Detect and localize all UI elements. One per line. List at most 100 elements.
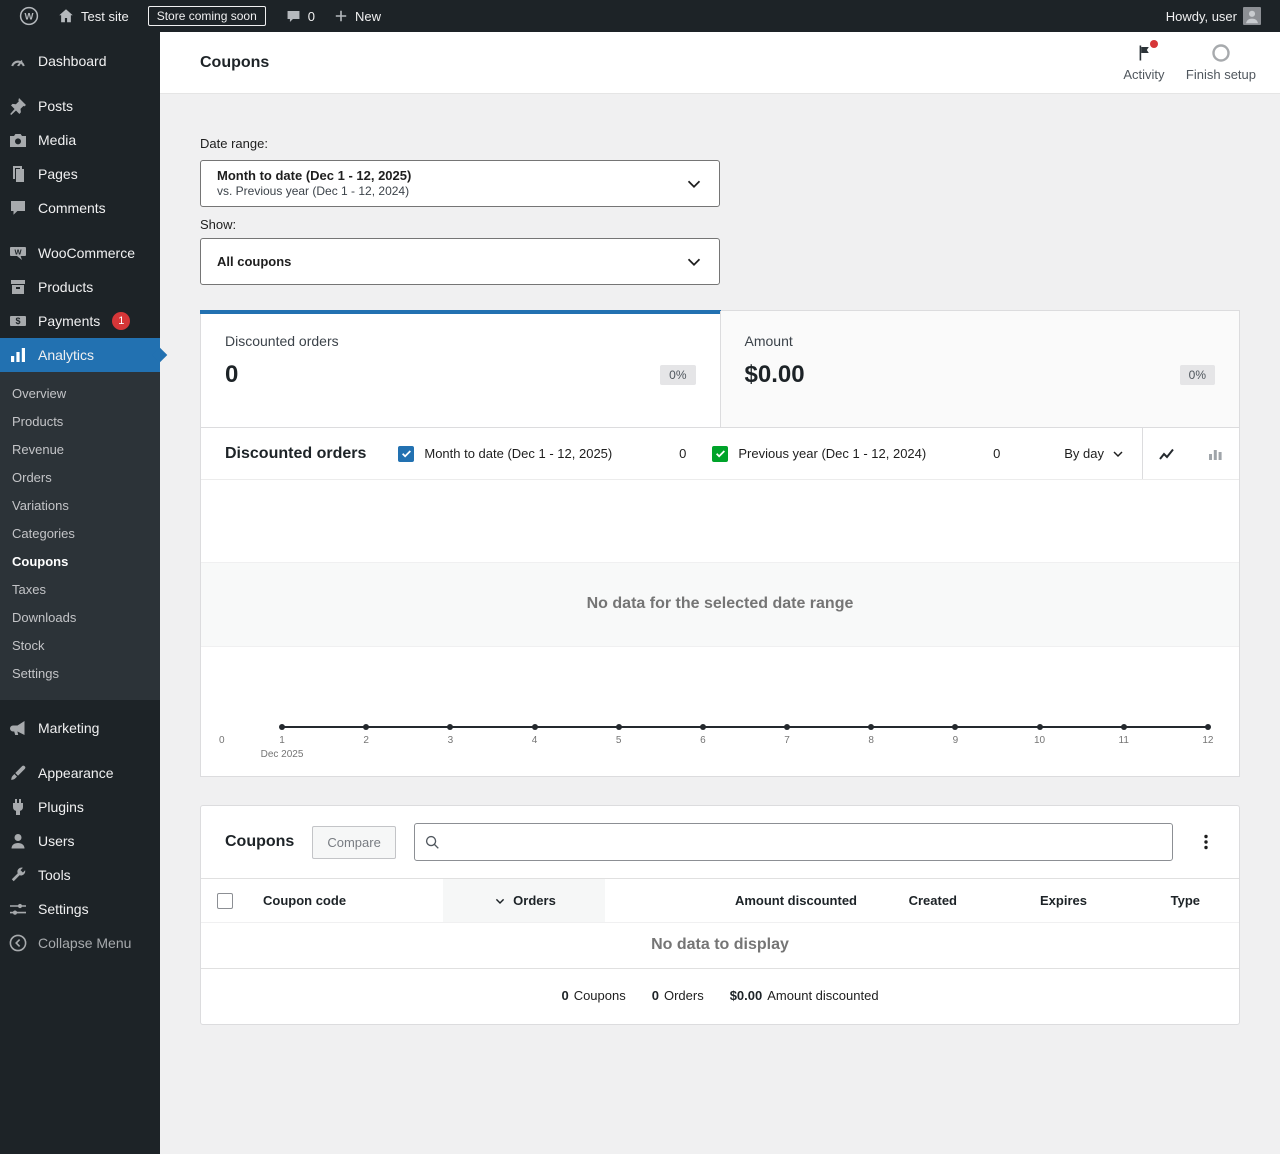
bar-chart-button[interactable] bbox=[1191, 428, 1239, 479]
comments-count: 0 bbox=[307, 8, 315, 24]
column-header-created[interactable]: Created bbox=[857, 879, 957, 922]
line-chart-button[interactable] bbox=[1143, 428, 1191, 479]
page-header: Coupons Activity Finish setup bbox=[160, 32, 1280, 94]
column-header-amount-discounted[interactable]: Amount discounted bbox=[605, 879, 857, 922]
submenu-item-revenue[interactable]: Revenue bbox=[0, 435, 160, 463]
appearance-icon bbox=[8, 763, 28, 783]
sidebar-item-marketing[interactable]: Marketing bbox=[0, 711, 160, 745]
submenu-item-stock[interactable]: Stock bbox=[0, 631, 160, 659]
line-chart-icon bbox=[1157, 444, 1177, 464]
sidebar-item-products[interactable]: Products bbox=[0, 270, 160, 304]
new-content-button[interactable]: New bbox=[324, 0, 390, 32]
store-coming-soon-badge: Store coming soon bbox=[147, 6, 266, 26]
show-filter-select[interactable]: All coupons bbox=[200, 238, 720, 285]
wordpress-logo-icon: W bbox=[19, 6, 39, 26]
payments-icon: $ bbox=[8, 311, 28, 331]
sidebar-item-payments[interactable]: $ Payments 1 bbox=[0, 304, 160, 338]
table-menu-button[interactable] bbox=[1191, 827, 1221, 857]
column-header-orders[interactable]: Orders bbox=[443, 879, 605, 922]
home-icon bbox=[57, 7, 75, 25]
table-empty-message: No data to display bbox=[201, 922, 1239, 968]
sidebar-item-pages[interactable]: Pages bbox=[0, 157, 160, 191]
submenu-item-coupons[interactable]: Coupons bbox=[0, 547, 160, 575]
sidebar-item-dashboard[interactable]: Dashboard bbox=[0, 44, 160, 78]
avatar bbox=[1243, 7, 1261, 25]
column-header-expires[interactable]: Expires bbox=[957, 879, 1087, 922]
tile-delta-badge: 0% bbox=[660, 365, 696, 385]
pages-icon bbox=[8, 164, 28, 184]
date-range-label: Date range: bbox=[200, 136, 268, 151]
summary-tiles: Discounted orders 0 0% Amount $0.00 0% bbox=[200, 310, 1240, 428]
table-header: Coupons Compare bbox=[201, 806, 1239, 878]
progress-circle-icon bbox=[1211, 43, 1231, 63]
posts-icon bbox=[8, 96, 28, 116]
tile-value: 0 bbox=[225, 361, 239, 388]
payments-count-badge: 1 bbox=[112, 312, 131, 330]
summary-tile-amount[interactable]: Amount $0.00 0% bbox=[719, 311, 1239, 427]
tile-value: $0.00 bbox=[744, 361, 805, 388]
submenu-item-variations[interactable]: Variations bbox=[0, 491, 160, 519]
wordpress-logo-button[interactable]: W bbox=[10, 0, 48, 32]
x-axis-month-label: Dec 2025 bbox=[260, 749, 304, 760]
select-all-checkbox[interactable] bbox=[217, 892, 233, 909]
compare-button[interactable]: Compare bbox=[312, 825, 396, 859]
media-icon bbox=[8, 130, 28, 150]
legend-item-previous-period[interactable]: Previous year (Dec 1 - 12, 2024) 0 bbox=[712, 445, 1000, 462]
submenu-item-products[interactable]: Products bbox=[0, 407, 160, 435]
summary-tile-discounted-orders[interactable]: Discounted orders 0 0% bbox=[200, 310, 720, 427]
account-menu[interactable]: Howdy, user bbox=[1157, 0, 1270, 32]
chart-plot-area: No data for the selected date range bbox=[201, 480, 1239, 730]
legend-item-current-period[interactable]: Month to date (Dec 1 - 12, 2025) 0 bbox=[398, 445, 686, 462]
sidebar-item-analytics[interactable]: Analytics bbox=[0, 338, 160, 372]
sidebar-item-appearance[interactable]: Appearance bbox=[0, 756, 160, 790]
marketing-icon bbox=[8, 718, 28, 738]
submenu-item-downloads[interactable]: Downloads bbox=[0, 603, 160, 631]
comments-shortcut[interactable]: 0 bbox=[276, 0, 324, 32]
submenu-item-settings[interactable]: Settings bbox=[0, 659, 160, 687]
chart-title: Discounted orders bbox=[225, 444, 367, 462]
chevron-down-icon bbox=[1110, 446, 1126, 462]
svg-text:$: $ bbox=[15, 316, 20, 326]
sidebar-item-posts[interactable]: Posts bbox=[0, 89, 160, 123]
submenu-item-categories[interactable]: Categories bbox=[0, 519, 160, 547]
sidebar-item-comments[interactable]: Comments bbox=[0, 191, 160, 225]
sidebar-item-woocommerce[interactable]: W WooCommerce bbox=[0, 236, 160, 270]
sidebar-item-media[interactable]: Media bbox=[0, 123, 160, 157]
submenu-item-overview[interactable]: Overview bbox=[0, 379, 160, 407]
new-label: New bbox=[354, 8, 381, 24]
search-input[interactable] bbox=[413, 823, 1173, 861]
dashboard-icon bbox=[8, 51, 28, 71]
interval-select[interactable]: By day bbox=[1048, 428, 1142, 479]
submenu-item-orders[interactable]: Orders bbox=[0, 463, 160, 491]
column-header-type[interactable]: Type bbox=[1087, 879, 1200, 922]
chart-card: Discounted orders Month to date (Dec 1 -… bbox=[200, 428, 1240, 777]
sidebar-item-collapse-menu[interactable]: Collapse Menu bbox=[0, 926, 160, 960]
date-range-select[interactable]: Month to date (Dec 1 - 12, 2025) vs. Pre… bbox=[200, 160, 720, 207]
new-plus-icon bbox=[333, 8, 349, 24]
collapse-icon bbox=[8, 933, 28, 953]
comments-icon bbox=[8, 198, 28, 218]
sidebar-item-users[interactable]: Users bbox=[0, 824, 160, 858]
site-name-link[interactable]: Test site bbox=[48, 0, 138, 32]
activity-button[interactable]: Activity bbox=[1108, 40, 1180, 82]
table-title: Coupons bbox=[225, 833, 295, 850]
sidebar-item-plugins[interactable]: Plugins bbox=[0, 790, 160, 824]
products-icon bbox=[8, 277, 28, 297]
kebab-menu-icon bbox=[1196, 832, 1216, 852]
flag-icon bbox=[1134, 40, 1158, 63]
chevron-down-icon bbox=[683, 173, 705, 195]
column-header-coupon-code[interactable]: Coupon code bbox=[249, 879, 443, 922]
chart-type-toggle bbox=[1142, 428, 1239, 479]
summary-coupons-count: 0 Coupons bbox=[561, 988, 626, 1003]
chart-header: Discounted orders Month to date (Dec 1 -… bbox=[201, 428, 1239, 480]
finish-setup-button[interactable]: Finish setup bbox=[1180, 43, 1262, 82]
sidebar-item-settings[interactable]: Settings bbox=[0, 892, 160, 926]
coupons-table-card: Coupons Compare Coupon code Orders Amoun… bbox=[200, 805, 1240, 1025]
table-summary: 0 Coupons 0 Orders $0.00 Amount discounted bbox=[201, 968, 1239, 1024]
x-axis-ticks: 1 2 3 4 5 6 7 8 9 10 11 12 bbox=[279, 735, 1214, 746]
svg-text:W: W bbox=[25, 12, 34, 23]
notification-dot bbox=[1149, 40, 1158, 48]
plugins-icon bbox=[8, 797, 28, 817]
submenu-item-taxes[interactable]: Taxes bbox=[0, 575, 160, 603]
sidebar-item-tools[interactable]: Tools bbox=[0, 858, 160, 892]
